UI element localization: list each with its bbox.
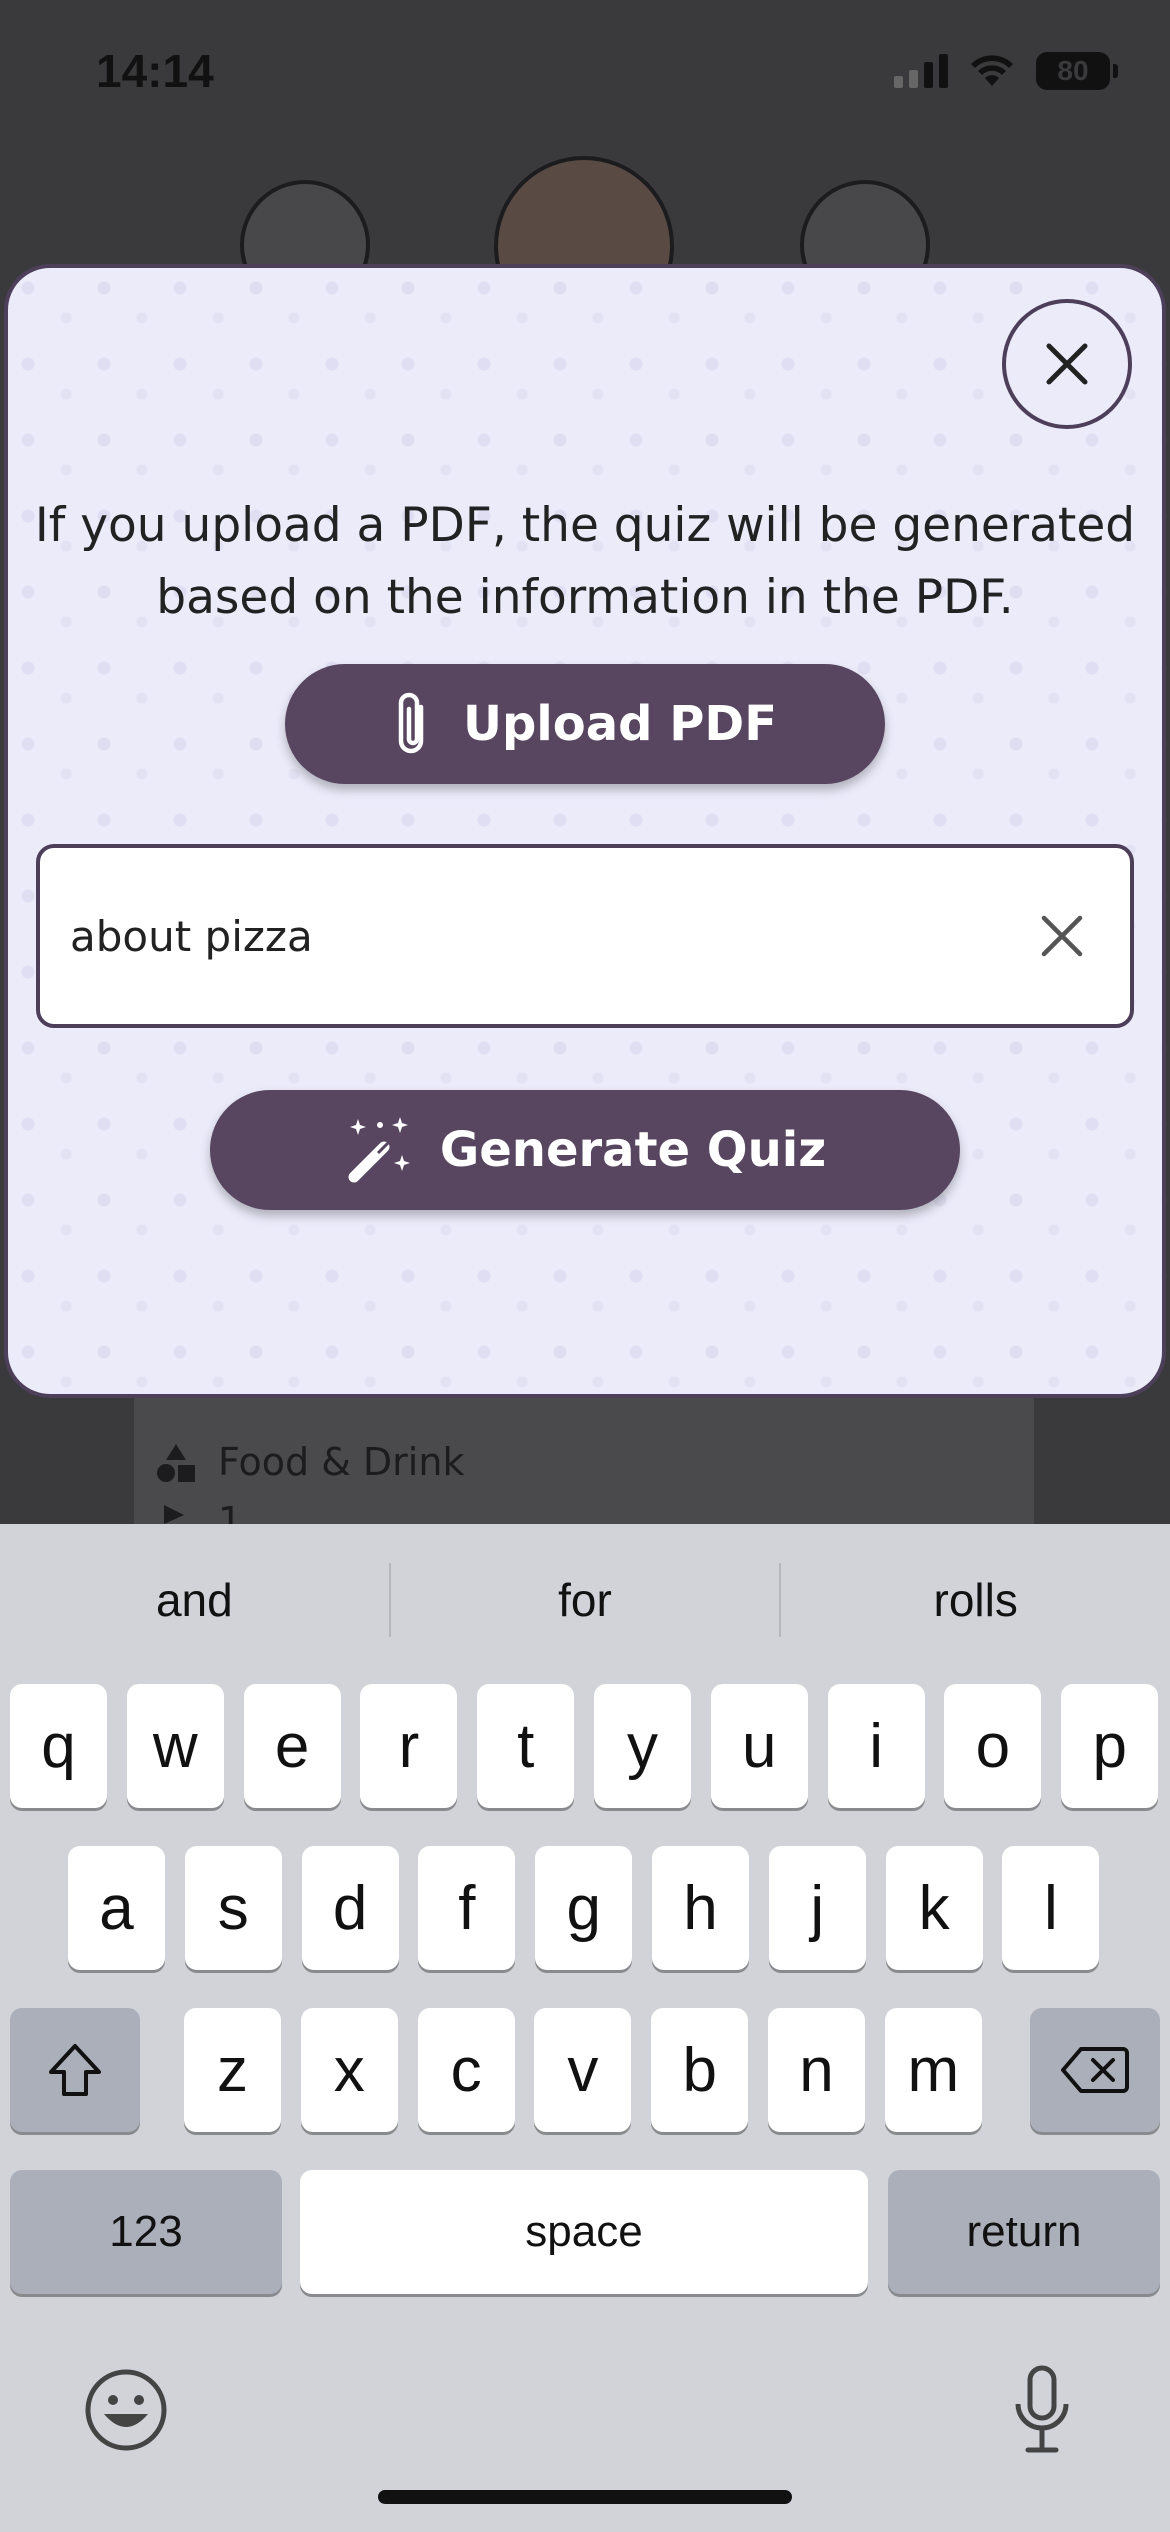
key-z[interactable]: z: [184, 2008, 281, 2132]
key-j[interactable]: j: [768, 1846, 866, 1970]
backspace-key[interactable]: [1030, 2008, 1160, 2132]
key-y[interactable]: y: [594, 1684, 691, 1808]
home-indicator: [378, 2490, 792, 2504]
play-icon: [164, 1505, 184, 1524]
wifi-icon: [971, 55, 1013, 86]
magic-wand-icon: [348, 1117, 410, 1183]
return-key[interactable]: return: [888, 2170, 1160, 2294]
key-x[interactable]: x: [300, 2008, 398, 2132]
close-button[interactable]: [1002, 299, 1132, 429]
key-n[interactable]: n: [768, 2008, 865, 2132]
suggestion-item[interactable]: and: [0, 1573, 389, 1627]
key-v[interactable]: v: [534, 2008, 632, 2132]
space-key[interactable]: space: [300, 2170, 868, 2294]
backspace-icon: [1061, 2047, 1129, 2093]
key-t[interactable]: t: [477, 1684, 575, 1808]
suggestion-bar: and for rolls: [0, 1524, 1170, 1676]
key-m[interactable]: m: [884, 2008, 982, 2132]
key-r[interactable]: r: [360, 1684, 458, 1808]
shift-key[interactable]: [10, 2008, 140, 2132]
suggestion-item[interactable]: for: [391, 1573, 780, 1627]
key-h[interactable]: h: [652, 1846, 749, 1970]
status-icons: 80: [894, 52, 1118, 90]
key-f[interactable]: f: [418, 1846, 516, 1970]
pdf-info-text: If you upload a PDF, the quiz will be ge…: [34, 498, 1136, 625]
microphone-icon[interactable]: [1010, 2364, 1074, 2456]
key-l[interactable]: l: [1002, 1846, 1100, 1970]
clear-input-icon[interactable]: [1036, 910, 1088, 962]
upload-pdf-button[interactable]: Upload PDF: [285, 664, 885, 784]
key-c[interactable]: c: [417, 2008, 515, 2132]
key-a[interactable]: a: [68, 1846, 165, 1970]
numbers-key[interactable]: 123: [10, 2170, 282, 2294]
quiz-topic-input[interactable]: [70, 848, 970, 1024]
card-category: Food & Drink: [218, 1440, 465, 1484]
key-b[interactable]: b: [651, 2008, 749, 2132]
emoji-icon[interactable]: [84, 2368, 168, 2452]
close-icon: [1046, 343, 1088, 385]
key-i[interactable]: i: [827, 1684, 925, 1808]
quiz-topic-field: [36, 844, 1134, 1028]
key-o[interactable]: o: [944, 1684, 1042, 1808]
card-meta: 1: [218, 1499, 243, 1524]
key-g[interactable]: g: [535, 1846, 633, 1970]
battery-icon: 80: [1036, 52, 1118, 90]
shift-icon: [49, 2044, 101, 2096]
paperclip-icon: [398, 692, 424, 754]
suggestion-item[interactable]: rolls: [781, 1573, 1170, 1627]
key-s[interactable]: s: [184, 1846, 282, 1970]
key-q[interactable]: q: [10, 1684, 107, 1808]
cellular-signal-icon: [894, 54, 948, 88]
generate-quiz-button[interactable]: Generate Quiz: [210, 1090, 960, 1210]
key-e[interactable]: e: [243, 1684, 341, 1808]
key-p[interactable]: p: [1061, 1684, 1159, 1808]
upload-pdf-label: Upload PDF: [462, 696, 778, 752]
key-k[interactable]: k: [885, 1846, 983, 1970]
generate-quiz-modal: [4, 264, 1166, 1398]
status-time: 14:14: [96, 45, 214, 97]
key-u[interactable]: u: [710, 1684, 808, 1808]
key-w[interactable]: w: [126, 1684, 224, 1808]
generate-quiz-label: Generate Quiz: [439, 1122, 827, 1178]
category-icon: [157, 1444, 195, 1482]
key-d[interactable]: d: [301, 1846, 399, 1970]
